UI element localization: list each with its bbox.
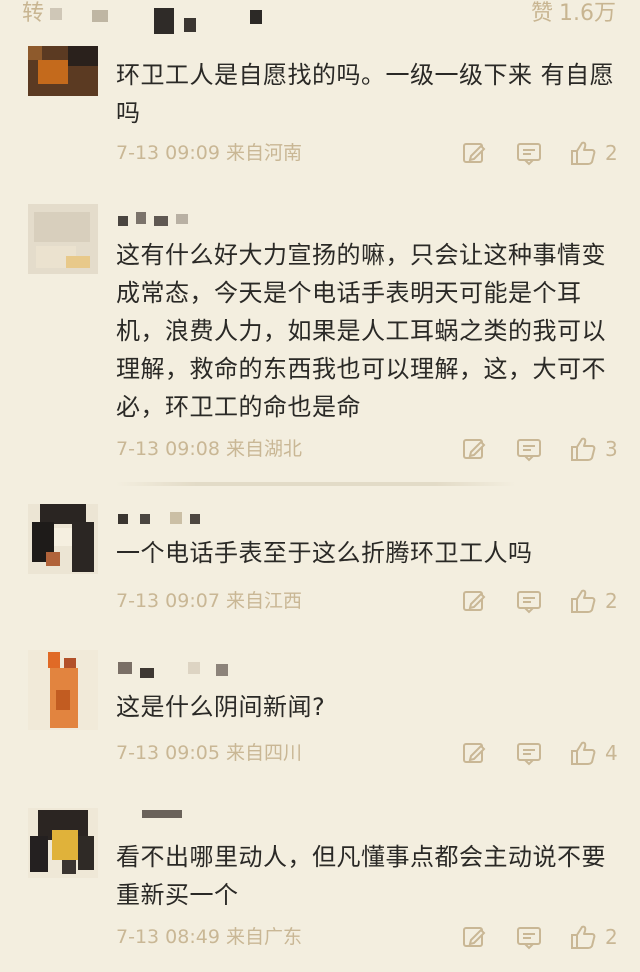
avatar[interactable] xyxy=(28,808,98,878)
edit-icon[interactable] xyxy=(461,140,487,166)
thumbs-up-icon xyxy=(571,925,596,949)
comment-text: 看不出哪里动人，但凡懂事点都会主动说不要 重新买一个 xyxy=(116,838,616,914)
like-button[interactable]: 4 xyxy=(569,740,618,766)
like-button[interactable]: 2 xyxy=(569,140,618,166)
comment-location: 来自四川 xyxy=(226,742,303,764)
blurred-username-fragment xyxy=(92,10,108,22)
comment-meta: 7-13 08:49 来自广东 2 xyxy=(116,922,626,952)
comment-meta: 7-13 09:09 来自河南 2 xyxy=(116,138,626,168)
comment-icon[interactable] xyxy=(516,588,542,614)
comment-text-line: 一个电话手表至于这么折腾环卫工人吗 xyxy=(116,539,533,567)
comment-text-line: 成常态，今天是个电话手表明天可能是个耳 xyxy=(116,279,582,307)
comment-icon[interactable] xyxy=(516,740,542,766)
like-count: 2 xyxy=(605,589,618,613)
thumbs-up-icon xyxy=(571,437,596,461)
blurred-username-fragment xyxy=(50,8,62,20)
top-bar: 转 赞 1.6万 xyxy=(0,0,640,34)
comment-item: 这有什么好大力宣扬的嘛，只会让这种事情变 成常态，今天是个电话手表明天可能是个耳… xyxy=(0,198,640,486)
comment-text: 环卫工人是自愿找的吗。一级一级下来 有自愿 吗 xyxy=(116,56,616,132)
avatar[interactable] xyxy=(28,650,98,730)
comment-text: 这有什么好大力宣扬的嘛，只会让这种事情变 成常态，今天是个电话手表明天可能是个耳… xyxy=(116,236,616,426)
comment-text-line: 吗 xyxy=(116,99,141,127)
comment-text-line: 这是什么阴间新闻? xyxy=(116,693,326,721)
comment-text-line: 环卫工人是自愿找的吗。一级一级下来 有自愿 xyxy=(116,61,615,89)
edit-icon[interactable] xyxy=(461,740,487,766)
comment-text-line: 重新买一个 xyxy=(116,881,239,909)
comment-text-line: 看不出哪里动人，但凡懂事点都会主动说不要 xyxy=(116,843,606,871)
post-like-summary[interactable]: 赞 1.6万 xyxy=(531,0,616,28)
comment-location: 来自河南 xyxy=(226,142,303,164)
edit-icon[interactable] xyxy=(461,924,487,950)
comment-text-line: 这有什么好大力宣扬的嘛，只会让这种事情变 xyxy=(116,241,606,269)
comment-text: 一个电话手表至于这么折腾环卫工人吗 xyxy=(116,534,616,572)
comment-time: 7-13 09:09 xyxy=(116,142,220,164)
blurred-username-fragment xyxy=(154,8,174,34)
avatar[interactable] xyxy=(28,46,98,96)
edit-icon[interactable] xyxy=(461,588,487,614)
comment-time: 7-13 09:05 xyxy=(116,742,220,764)
comment-text-line: 机，浪费人力，如果是人工耳蜗之类的我可以 xyxy=(116,317,606,345)
comment-item: 一个电话手表至于这么折腾环卫工人吗 7-13 09:07 来自江西 2 xyxy=(0,498,640,628)
thumbs-up-icon xyxy=(571,589,596,613)
like-count: 2 xyxy=(605,925,618,949)
comment-time: 7-13 09:08 xyxy=(116,438,220,460)
like-button[interactable]: 3 xyxy=(569,436,618,462)
comment-text-line: 理解，救命的东西我也可以理解，这，大可不 xyxy=(116,355,606,383)
avatar[interactable] xyxy=(28,204,98,274)
comment-time: 7-13 09:07 xyxy=(116,590,220,612)
comment-time: 7-13 08:49 xyxy=(116,926,220,948)
like-count: 3 xyxy=(605,437,618,461)
comment-text: 这是什么阴间新闻? xyxy=(116,688,616,726)
thumbs-up-icon xyxy=(571,741,596,765)
comment-location: 来自江西 xyxy=(226,590,303,612)
blurred-username-fragment xyxy=(250,10,262,24)
like-count: 4 xyxy=(605,741,618,765)
comment-meta: 7-13 09:07 来自江西 2 xyxy=(116,586,626,616)
like-count: 2 xyxy=(605,141,618,165)
likes-count: 1.6万 xyxy=(559,1,616,26)
comment-meta: 7-13 09:05 来自四川 4 xyxy=(116,738,626,768)
comment-location: 来自广东 xyxy=(226,926,303,948)
comment-item: 看不出哪里动人，但凡懂事点都会主动说不要 重新买一个 7-13 08:49 来自… xyxy=(0,800,640,972)
comment-location: 来自湖北 xyxy=(226,438,303,460)
comment-text-line: 必，环卫工的命也是命 xyxy=(116,393,361,421)
thumbs-up-icon xyxy=(571,141,596,165)
comment-icon[interactable] xyxy=(516,140,542,166)
edit-icon[interactable] xyxy=(461,436,487,462)
like-button[interactable]: 2 xyxy=(569,588,618,614)
avatar[interactable] xyxy=(28,504,98,574)
like-button[interactable]: 2 xyxy=(569,924,618,950)
repost-label[interactable]: 转 xyxy=(22,0,44,28)
comment-meta: 7-13 09:08 来自湖北 3 xyxy=(116,434,626,464)
likes-label: 赞 xyxy=(530,1,553,26)
divider xyxy=(116,482,516,486)
comment-item: 环卫工人是自愿找的吗。一级一级下来 有自愿 吗 7-13 09:09 来自河南 … xyxy=(0,38,640,188)
blurred-username-fragment xyxy=(184,18,196,32)
comment-icon[interactable] xyxy=(516,436,542,462)
comment-item: 这是什么阴间新闻? 7-13 09:05 来自四川 4 xyxy=(0,648,640,778)
comment-icon[interactable] xyxy=(516,924,542,950)
